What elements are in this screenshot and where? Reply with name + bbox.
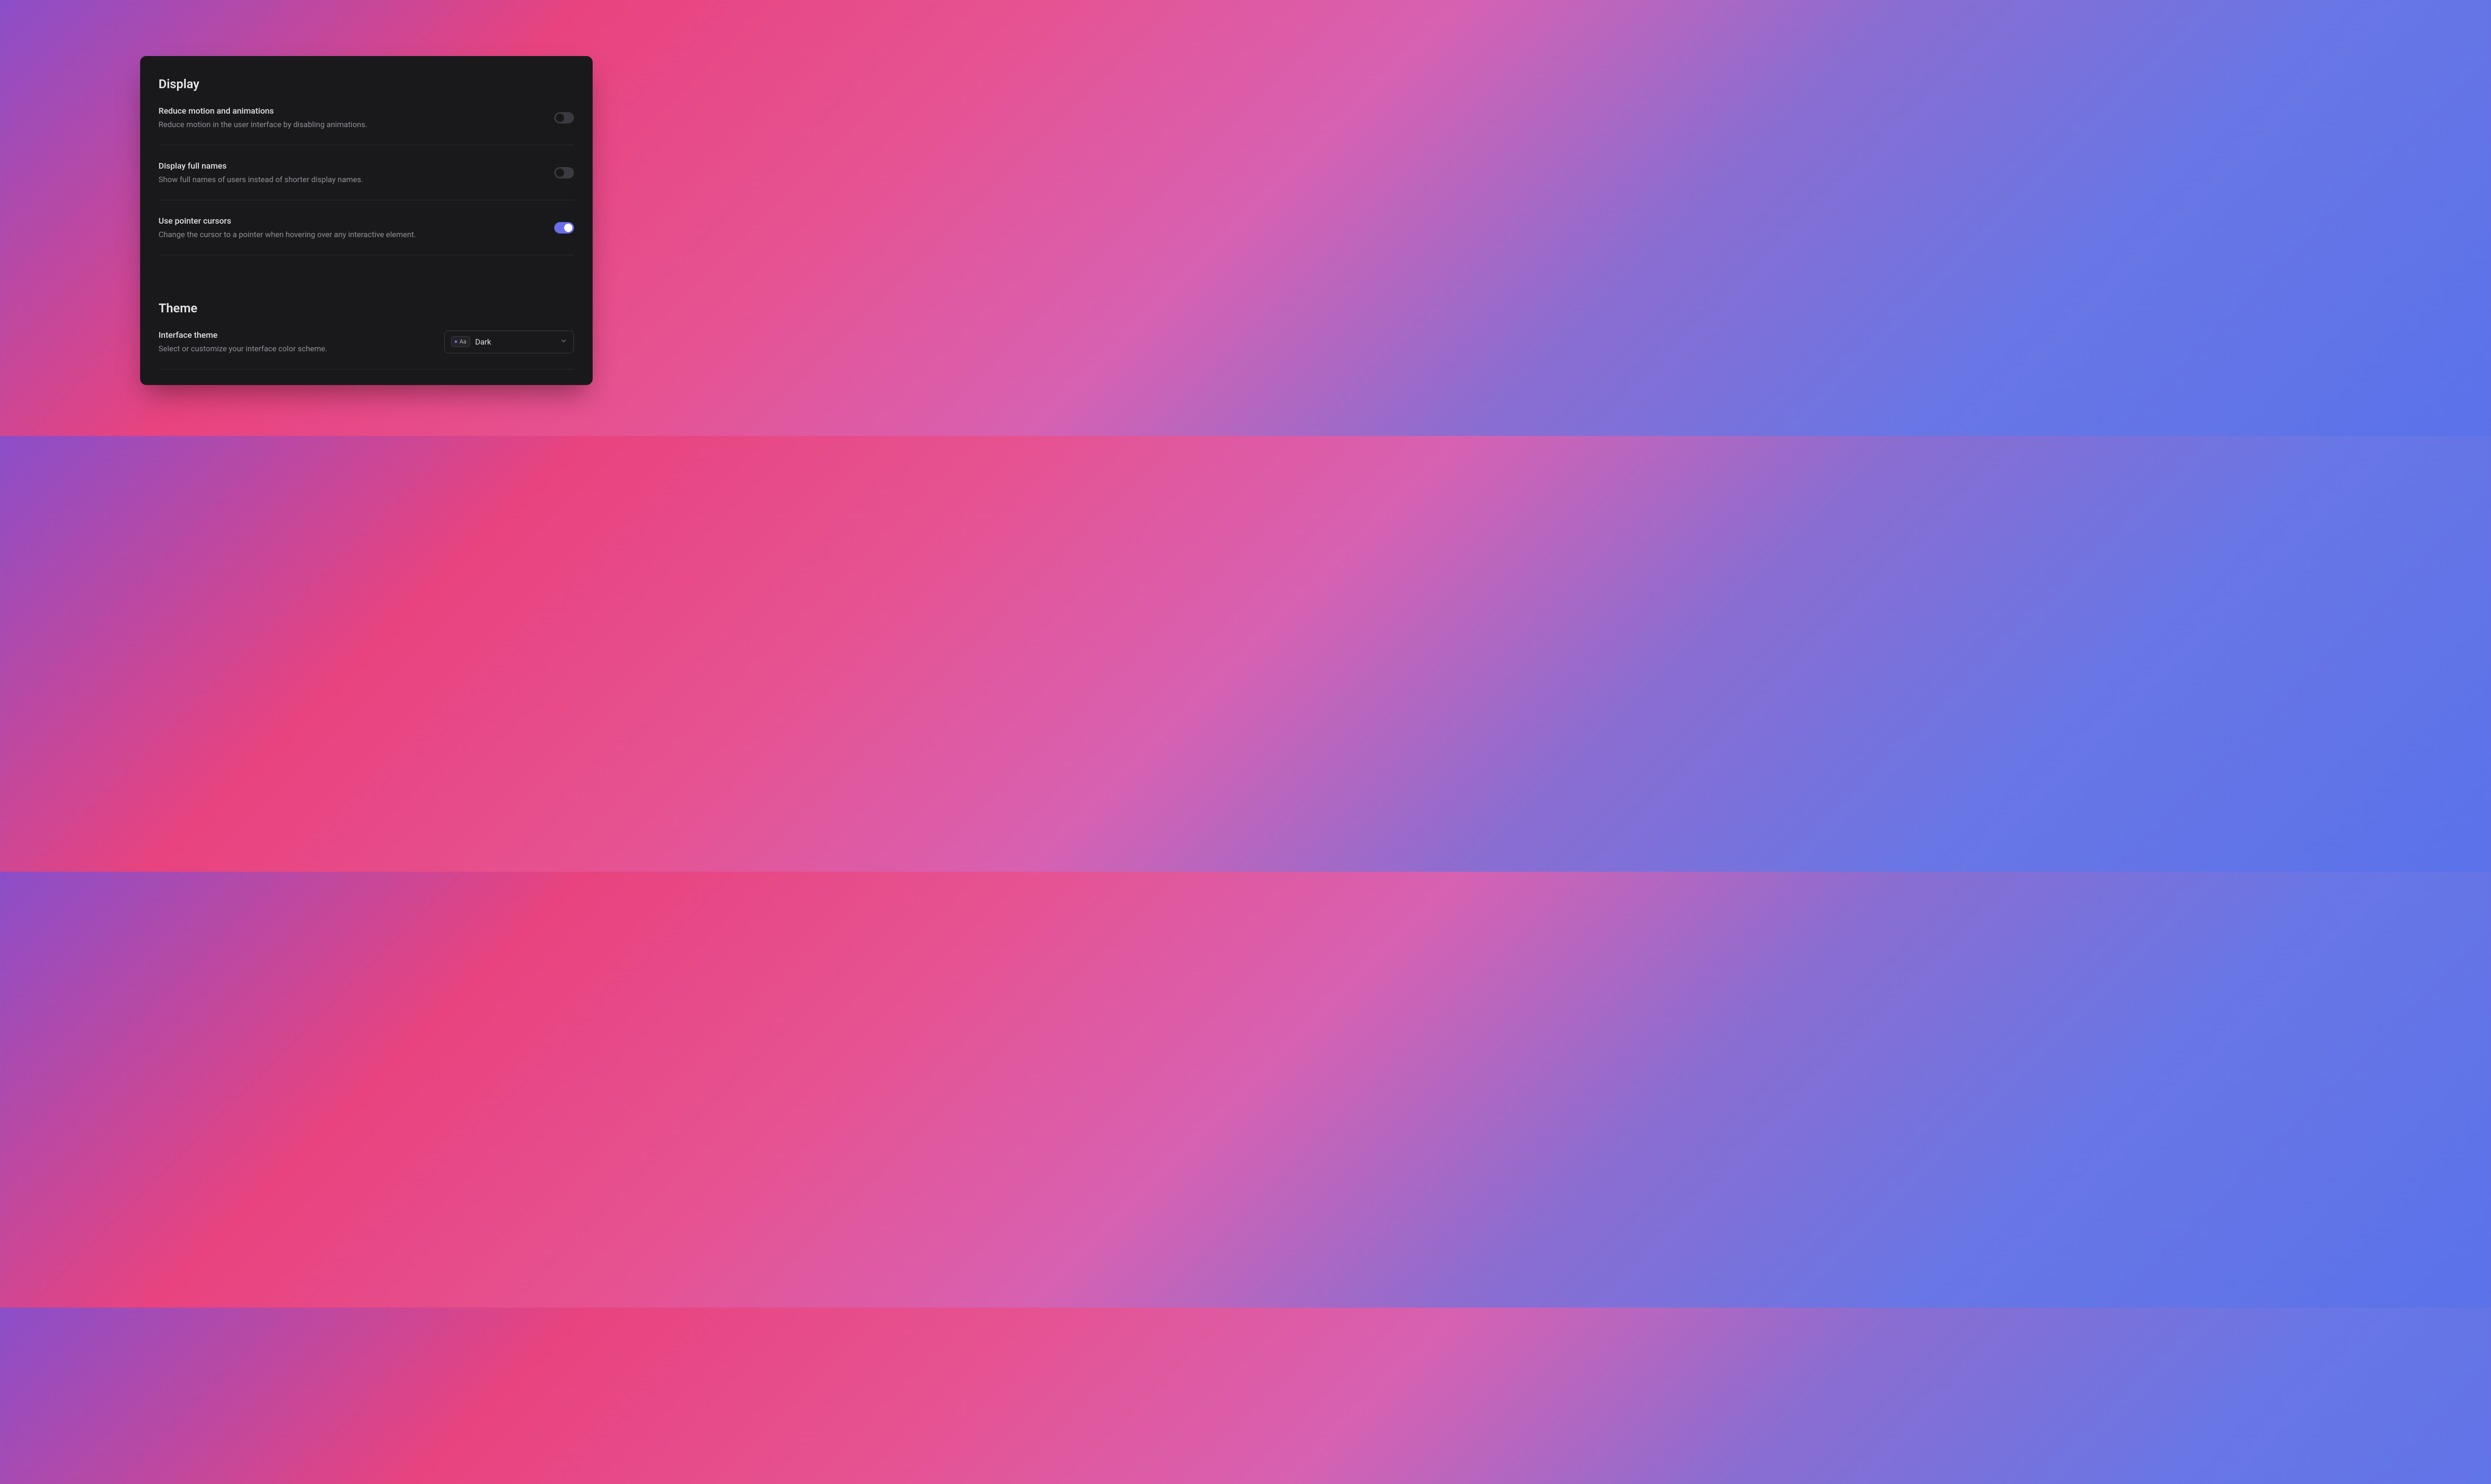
pointer-cursors-description: Change the cursor to a pointer when hove… <box>159 230 554 239</box>
reduce-motion-description: Reduce motion in the user interface by d… <box>159 120 554 129</box>
chevron-down-icon <box>560 337 567 347</box>
pointer-cursors-row: Use pointer cursors Change the cursor to… <box>159 216 574 255</box>
theme-preview-dot <box>455 340 457 343</box>
theme-select-value: Dark <box>475 337 560 347</box>
interface-theme-row: Interface theme Select or customize your… <box>159 330 574 369</box>
setting-text: Interface theme Select or customize your… <box>159 330 444 353</box>
theme-preview-swatch: Aa <box>451 336 470 347</box>
reduce-motion-row: Reduce motion and animations Reduce moti… <box>159 106 574 145</box>
setting-text: Display full names Show full names of us… <box>159 161 554 184</box>
display-full-names-title: Display full names <box>159 161 554 171</box>
setting-text: Use pointer cursors Change the cursor to… <box>159 216 554 239</box>
pointer-cursors-toggle[interactable] <box>554 222 574 233</box>
display-full-names-toggle[interactable] <box>554 167 574 178</box>
display-section-heading: Display <box>159 77 574 91</box>
reduce-motion-toggle[interactable] <box>554 112 574 123</box>
interface-theme-description: Select or customize your interface color… <box>159 344 444 353</box>
toggle-knob <box>556 114 564 122</box>
display-full-names-description: Show full names of users instead of shor… <box>159 175 554 184</box>
toggle-knob <box>564 224 572 232</box>
pointer-cursors-title: Use pointer cursors <box>159 216 554 226</box>
setting-text: Reduce motion and animations Reduce moti… <box>159 106 554 129</box>
theme-section-heading: Theme <box>159 301 574 315</box>
reduce-motion-title: Reduce motion and animations <box>159 106 554 116</box>
theme-select[interactable]: Aa Dark <box>444 331 574 353</box>
display-full-names-row: Display full names Show full names of us… <box>159 161 574 200</box>
theme-preview-label: Aa <box>460 338 467 345</box>
interface-theme-title: Interface theme <box>159 330 444 340</box>
settings-panel: Display Reduce motion and animations Red… <box>140 56 593 385</box>
toggle-knob <box>556 169 564 177</box>
